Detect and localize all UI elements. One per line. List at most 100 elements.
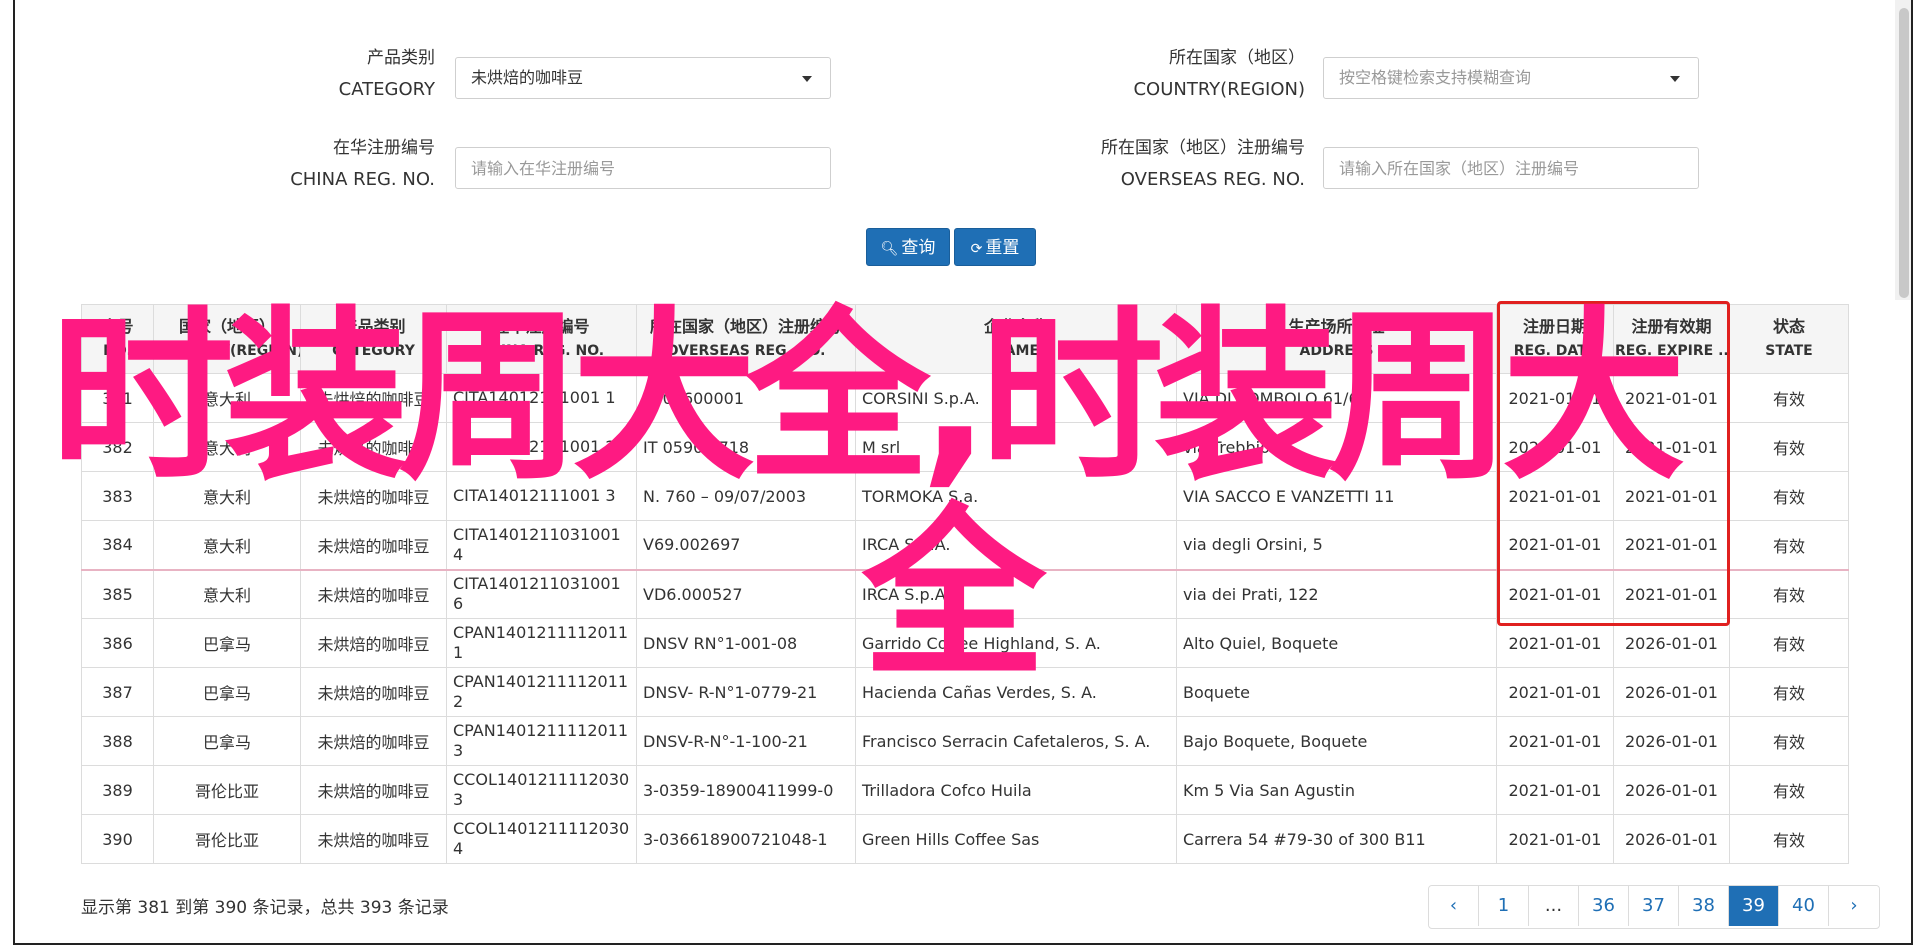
- column-header-en: CHINA REG. NO.: [478, 343, 605, 359]
- pagination-page[interactable]: 39: [1729, 886, 1779, 926]
- column-header-cn: 国家（地区）: [178, 317, 275, 336]
- column-header-cn: 注册有效期: [1631, 317, 1712, 336]
- table-row[interactable]: 390 哥伦比亚 未烘焙的咖啡豆 CCOL14012111120304 3-036618…: [81, 814, 1849, 864]
- scrollbar-thumb[interactable]: [1899, 8, 1909, 298]
- column-header-cn: 在华注册编号: [493, 317, 590, 336]
- row-address: VIA SACCO E VANZETTI 11: [1176, 471, 1497, 521]
- table-row[interactable]: 388 巴拿马 未烘焙的咖啡豆 CPAN14012111120113 DNSV-R-N°…: [81, 716, 1849, 766]
- row-expire-date: 2026-01-01: [1613, 667, 1730, 717]
- table-header-row: 序号 NO. 国家（地区） COUNTRY(REGION) 产品类别 CATEGORY 在华…: [81, 304, 1849, 374]
- row-expire-date: 2021-01-01: [1613, 373, 1730, 423]
- row-category: 未烘焙的咖啡豆: [300, 765, 447, 815]
- category-select[interactable]: 未烘焙的咖啡豆: [455, 57, 831, 99]
- table-row[interactable]: 384 意大利 未烘焙的咖啡豆 CITA14012110310014 V69.00269…: [81, 520, 1849, 570]
- column-header-cn: 产品类别: [341, 317, 406, 336]
- row-name: M srl: [855, 422, 1177, 472]
- table-row[interactable]: 385 意大利 未烘焙的咖啡豆 CITA14012110310016 VD6.00052…: [81, 568, 1849, 619]
- china-reg-label-en: CHINA REG. NO.: [290, 169, 435, 190]
- table-row[interactable]: 381 意大利 未烘焙的咖啡豆 CITA14012111001 1 IT 0160000…: [81, 373, 1849, 423]
- column-header[interactable]: 注册日期 REG. DATE: [1496, 304, 1614, 374]
- search-icon: 🔍︎: [880, 241, 899, 257]
- row-state: 有效: [1729, 765, 1849, 815]
- pagination-page[interactable]: 36: [1579, 886, 1629, 926]
- row-china-reg: CPAN14012111120113: [446, 716, 637, 766]
- row-category: 未烘焙的咖啡豆: [300, 471, 447, 521]
- column-header-cn: 注册日期: [1522, 317, 1587, 336]
- column-header[interactable]: 在华注册编号 CHINA REG. NO.: [446, 304, 637, 374]
- row-category: 未烘焙的咖啡豆: [300, 373, 447, 423]
- row-state: 有效: [1729, 568, 1849, 619]
- china-reg-input[interactable]: [455, 147, 831, 189]
- row-name: TORMOKA S.a.: [855, 471, 1177, 521]
- row-country: 巴拿马: [153, 618, 301, 668]
- table-row[interactable]: 387 巴拿马 未烘焙的咖啡豆 CPAN14012111120112 DNSV- R-N…: [81, 667, 1849, 717]
- column-header-cn: 所在国家（地区）注册编号: [649, 317, 842, 336]
- column-header[interactable]: 企业名称 NAME: [855, 304, 1177, 374]
- column-header[interactable]: 产品类别 CATEGORY: [300, 304, 447, 374]
- column-header[interactable]: 序号 NO.: [81, 304, 154, 374]
- row-reg-date: 2021-01-01: [1496, 520, 1614, 570]
- row-name: CORSINI S.p.A.: [855, 373, 1177, 423]
- table-row[interactable]: 386 巴拿马 未烘焙的咖啡豆 CPAN14012111120111 DNSV RN°1…: [81, 618, 1849, 668]
- row-name: Trilladora Cofco Huila: [855, 765, 1177, 815]
- row-address: via Trebbio 21: [1176, 422, 1497, 472]
- column-header[interactable]: 状态 STATE: [1729, 304, 1849, 374]
- table-row[interactable]: 382 意大利 未烘焙的咖啡豆 CITA14012111001 2 IT 0590 07…: [81, 422, 1849, 472]
- country-select[interactable]: 按空格键检索支持模糊查询: [1323, 57, 1699, 99]
- column-header-en: ADDRESS: [1299, 343, 1374, 359]
- row-number: 386: [81, 618, 154, 668]
- row-country: 哥伦比亚: [153, 814, 301, 864]
- row-china-reg: CITA14012110310014: [446, 520, 637, 570]
- table-row[interactable]: 389 哥伦比亚 未烘焙的咖啡豆 CCOL14012111120303 3-0359-1…: [81, 765, 1849, 815]
- row-country: 哥伦比亚: [153, 765, 301, 815]
- row-address: via degli Orsini, 5: [1176, 520, 1497, 570]
- row-china-reg: CPAN14012111120111: [446, 618, 637, 668]
- pagination-ellipsis[interactable]: ...: [1529, 886, 1579, 926]
- row-overseas-reg: 3-036618900721048-1: [636, 814, 856, 864]
- category-select-value: 未烘焙的咖啡豆: [471, 68, 584, 87]
- row-expire-date: 2026-01-01: [1613, 814, 1730, 864]
- column-header[interactable]: 所在国家（地区）注册编号 OVERSEAS REG. NO.: [636, 304, 856, 374]
- row-category: 未烘焙的咖啡豆: [300, 422, 447, 472]
- chevron-down-icon: [802, 76, 812, 82]
- pagination-next[interactable]: ›: [1829, 886, 1879, 926]
- row-state: 有效: [1729, 520, 1849, 570]
- row-china-reg: CITA14012111001 3: [446, 471, 637, 521]
- row-overseas-reg: N. 760 – 09/07/2003: [636, 471, 856, 521]
- column-header[interactable]: 生产场所地址 ADDRESS: [1176, 304, 1497, 374]
- pagination-page[interactable]: 37: [1629, 886, 1679, 926]
- row-country: 巴拿马: [153, 716, 301, 766]
- chevron-down-icon: [1670, 76, 1680, 82]
- row-address: Boquete: [1176, 667, 1497, 717]
- reset-button[interactable]: ⟳ 重置: [954, 228, 1036, 266]
- row-reg-date: 2021-01-01: [1496, 814, 1614, 864]
- row-number: 387: [81, 667, 154, 717]
- column-header[interactable]: 注册有效期 REG. EXPIRE ...: [1613, 304, 1730, 374]
- pagination-page[interactable]: 40: [1779, 886, 1829, 926]
- search-button[interactable]: 🔍︎ 查询: [866, 228, 950, 266]
- country-label-en: COUNTRY(REGION): [1133, 79, 1305, 100]
- scrollbar-track[interactable]: [1895, 0, 1911, 300]
- row-overseas-reg: DNSV-R-N°-1-100-21: [636, 716, 856, 766]
- row-name: IRCA S.p.A.: [855, 520, 1177, 570]
- row-country: 意大利: [153, 568, 301, 619]
- pagination-prev[interactable]: ‹: [1429, 886, 1479, 926]
- country-label-cn: 所在国家（地区）: [1169, 48, 1305, 68]
- row-country: 意大利: [153, 471, 301, 521]
- row-overseas-reg: DNSV RN°1-001-08: [636, 618, 856, 668]
- column-header[interactable]: 国家（地区） COUNTRY(REGION): [153, 304, 301, 374]
- column-header-cn: 序号: [101, 317, 134, 336]
- refresh-icon: ⟳: [970, 241, 983, 257]
- column-header-en: NO.: [103, 343, 132, 359]
- row-country: 意大利: [153, 422, 301, 472]
- row-state: 有效: [1729, 373, 1849, 423]
- overseas-reg-label-cn: 所在国家（地区）注册编号: [1101, 138, 1305, 158]
- column-header-en: REG. EXPIRE ...: [1615, 343, 1730, 359]
- row-number: 390: [81, 814, 154, 864]
- table-row[interactable]: 383 意大利 未烘焙的咖啡豆 CITA14012111001 3 N. 760 – 0…: [81, 471, 1849, 521]
- row-address: via dei Prati, 122: [1176, 568, 1497, 619]
- row-address: Bajo Boquete, Boquete: [1176, 716, 1497, 766]
- overseas-reg-input[interactable]: [1323, 147, 1699, 189]
- pagination-page[interactable]: 1: [1479, 886, 1529, 926]
- pagination-page[interactable]: 38: [1679, 886, 1729, 926]
